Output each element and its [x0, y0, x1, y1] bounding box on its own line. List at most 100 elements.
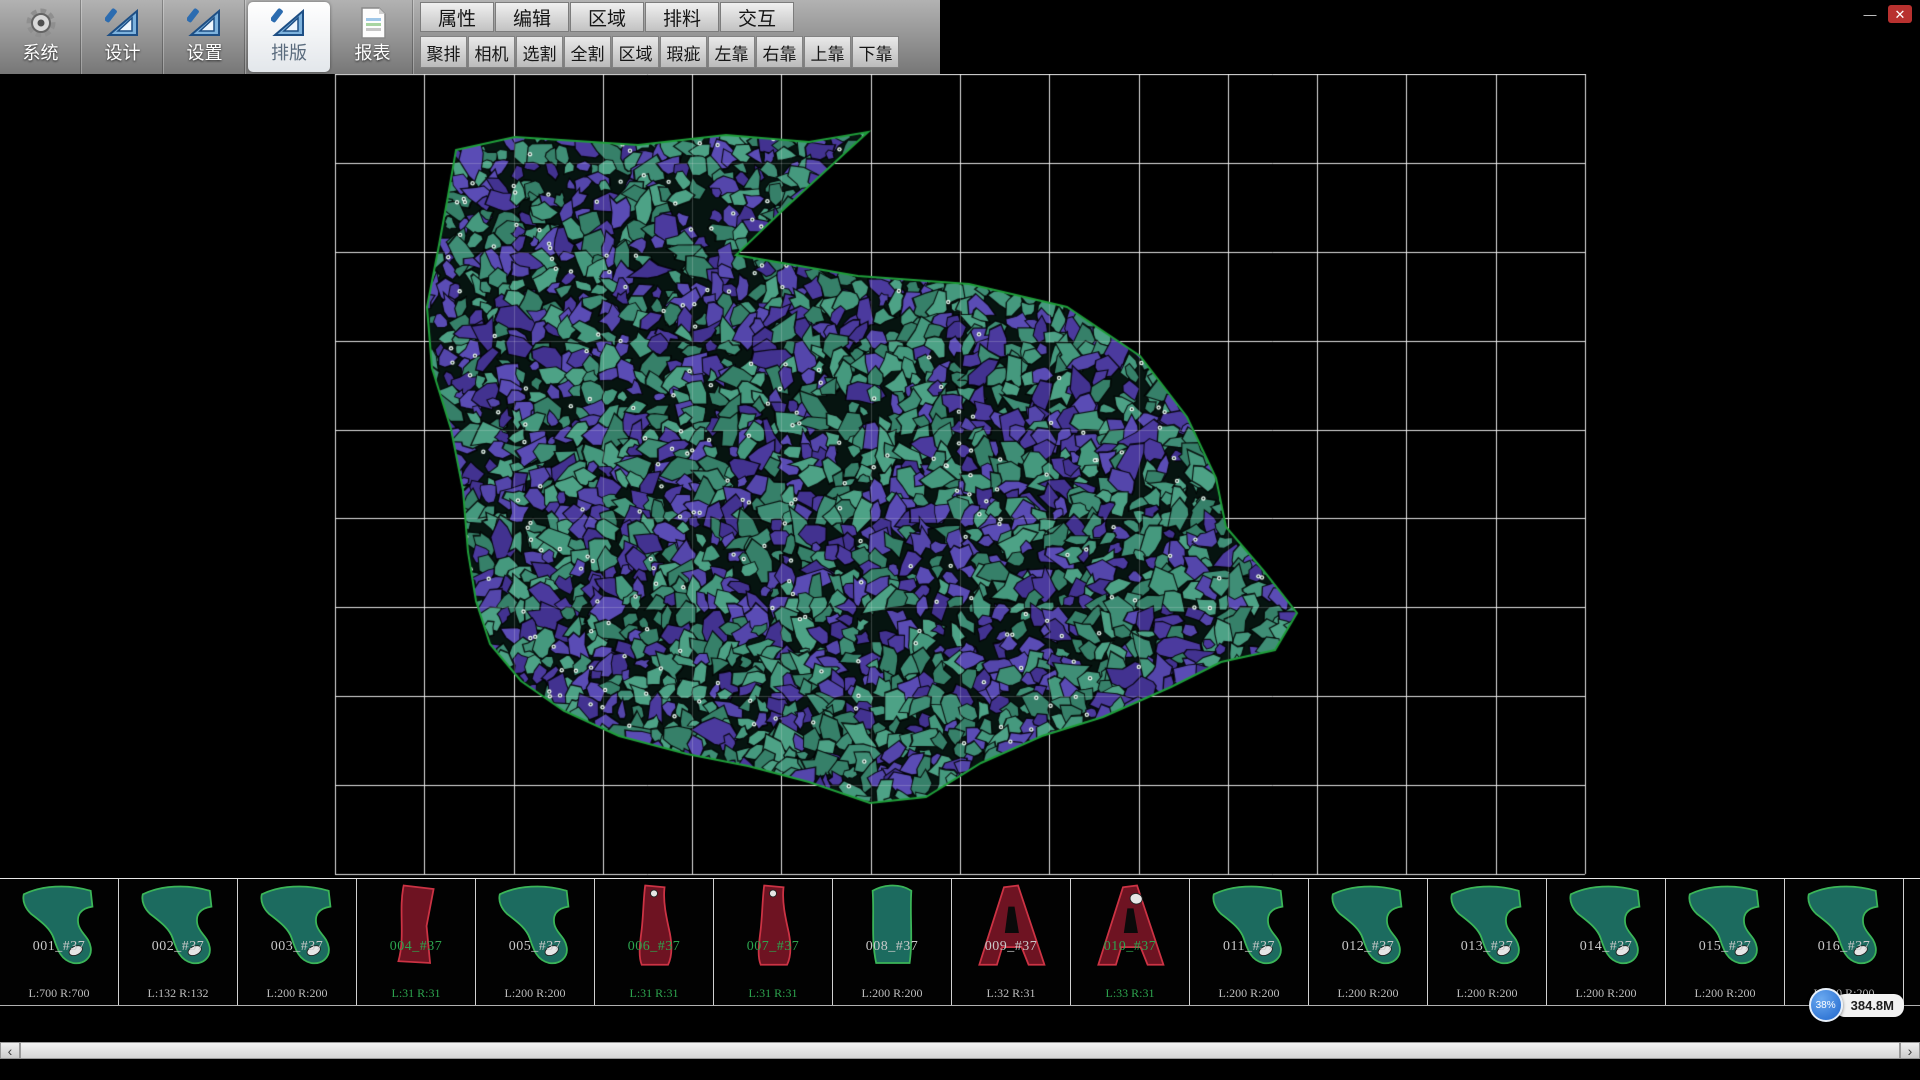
piece-counts: L:200 R:200	[476, 986, 594, 1001]
piece-counts: L:200 R:200	[1666, 986, 1784, 1001]
gear-icon	[23, 5, 59, 41]
piece-counts: L:33 R:31	[1071, 986, 1189, 1001]
scroll-track[interactable]	[20, 1042, 1900, 1059]
minimize-button[interactable]: —	[1858, 5, 1882, 23]
piece-shape	[1562, 882, 1650, 970]
piece-thumb-009_#37[interactable]: 009_#37 L:32 R:31	[952, 879, 1071, 1005]
tool-button-row: 聚排相机选割全割区域瑕疵左靠右靠上靠下靠	[420, 36, 899, 68]
nesting-canvas[interactable]	[0, 74, 1920, 878]
piece-thumb-014_#37[interactable]: 014_#37 L:200 R:200	[1547, 879, 1666, 1005]
piece-shape	[1086, 882, 1174, 970]
piece-thumb-004_#37[interactable]: 004_#37L:31 R:31	[357, 879, 476, 1005]
piece-id: 007_#37	[714, 939, 832, 955]
tool-button-3[interactable]: 选割	[516, 36, 563, 68]
piece-thumb-002_#37[interactable]: 002_#37 L:132 R:132	[119, 879, 238, 1005]
tool-button-2[interactable]: 相机	[468, 36, 515, 68]
ruler-icon	[105, 5, 141, 41]
scroll-thumb[interactable]	[20, 1042, 1900, 1059]
piece-thumb-008_#37[interactable]: 008_#37L:200 R:200	[833, 879, 952, 1005]
piece-shape	[491, 882, 579, 970]
menu-tab-5[interactable]: 交互	[720, 2, 794, 32]
piece-shape	[134, 882, 222, 970]
piece-counts: L:700 R:700	[0, 986, 118, 1001]
progress-value: 38%	[1816, 1000, 1836, 1011]
piece-id: 002_#37	[119, 939, 237, 955]
menu-area: 属性编辑区域排料交互 聚排相机选割全割区域瑕疵左靠右靠上靠下靠	[414, 0, 899, 74]
piece-id: 009_#37	[952, 939, 1070, 955]
menu-tab-row: 属性编辑区域排料交互	[420, 2, 899, 32]
status-indicator: 38% 384.8M	[1809, 988, 1904, 1022]
piece-thumb-016_#37[interactable]: 016_#37L:200 R:200	[1785, 879, 1904, 1005]
application-window: 系统设计设置排版报表 属性编辑区域排料交互 聚排相机选割全割区域瑕疵左靠右靠上靠…	[0, 0, 1920, 1080]
tool-button-6[interactable]: 瑕疵	[660, 36, 707, 68]
close-button[interactable]: ✕	[1888, 5, 1912, 23]
piece-thumb-007_#37[interactable]: 007_#37 L:31 R:31	[714, 879, 833, 1005]
scroll-left-arrow[interactable]: ‹	[0, 1042, 20, 1059]
piece-counts: L:31 R:31	[595, 986, 713, 1001]
horizontal-scrollbar: ‹ ›	[0, 1042, 1920, 1059]
piece-thumb-005_#37[interactable]: 005_#37 L:200 R:200	[476, 879, 595, 1005]
piece-shape	[1681, 882, 1769, 970]
piece-counts: L:132 R:132	[119, 986, 237, 1001]
piece-counts: L:200 R:200	[238, 986, 356, 1001]
piece-counts: L:200 R:200	[1547, 986, 1665, 1001]
piece-thumb-013_#37[interactable]: 013_#37L:200 R:200	[1428, 879, 1547, 1005]
menu-tab-4[interactable]: 排料	[645, 2, 719, 32]
nesting-workspace	[0, 74, 1920, 878]
piece-id: 010_#37	[1071, 939, 1189, 955]
piece-thumb-003_#37[interactable]: 003_#37 L:200 R:200	[238, 879, 357, 1005]
piece-thumb-001_#37[interactable]: 001_#37L:700 R:700	[0, 879, 119, 1005]
tool-button-7[interactable]: 左靠	[708, 36, 755, 68]
app-button-settings[interactable]: 设置	[164, 0, 246, 74]
app-button-label: 设置	[187, 43, 223, 64]
app-button-report[interactable]: 报表	[332, 0, 414, 74]
menu-tab-2[interactable]: 编辑	[495, 2, 569, 32]
piece-id: 015_#37	[1666, 939, 1784, 955]
ruler-icon	[271, 5, 307, 41]
piece-shape	[848, 882, 936, 970]
tool-button-1[interactable]: 聚排	[420, 36, 467, 68]
piece-counts: L:200 R:200	[1428, 986, 1546, 1001]
piece-counts: L:31 R:31	[357, 986, 475, 1001]
menu-tab-3[interactable]: 区域	[570, 2, 644, 32]
piece-shape	[1324, 882, 1412, 970]
piece-counts: L:31 R:31	[714, 986, 832, 1001]
piece-thumb-010_#37[interactable]: 010_#37 L:33 R:31	[1071, 879, 1190, 1005]
piece-shape	[967, 882, 1055, 970]
scroll-right-arrow[interactable]: ›	[1900, 1042, 1920, 1059]
tool-button-8[interactable]: 右靠	[756, 36, 803, 68]
tool-button-4[interactable]: 全割	[564, 36, 611, 68]
piece-id: 011_#37	[1190, 939, 1308, 955]
piece-counts: L:200 R:200	[1904, 986, 1920, 1001]
ruler-icon	[187, 5, 223, 41]
app-button-design[interactable]: 设计	[82, 0, 164, 74]
piece-thumb-006_#37[interactable]: 006_#37L:31 R:31	[595, 879, 714, 1005]
piece-thumb-015_#37[interactable]: 015_#37 L:200 R:200	[1666, 879, 1785, 1005]
piece-thumb-017_#37[interactable]: 017_#37 L:200 R:200	[1904, 879, 1920, 1005]
piece-id: 005_#37	[476, 939, 594, 955]
piece-id: 017_#37	[1904, 939, 1920, 955]
tool-button-5[interactable]: 区域	[612, 36, 659, 68]
window-controls: — ✕	[1858, 5, 1912, 23]
piece-shape	[1205, 882, 1293, 970]
piece-id: 003_#37	[238, 939, 356, 955]
piece-counts: L:200 R:200	[1309, 986, 1427, 1001]
tool-button-9[interactable]: 上靠	[804, 36, 851, 68]
piece-id: 016_#37	[1785, 939, 1903, 955]
piece-counts: L:200 R:200	[833, 986, 951, 1001]
piece-counts: L:32 R:31	[952, 986, 1070, 1001]
piece-thumb-011_#37[interactable]: 011_#37L:200 R:200	[1190, 879, 1309, 1005]
piece-shape	[253, 882, 341, 970]
app-button-system[interactable]: 系统	[0, 0, 82, 74]
piece-shape	[15, 882, 103, 970]
piece-thumb-012_#37[interactable]: 012_#37L:200 R:200	[1309, 879, 1428, 1005]
report-icon	[355, 5, 391, 41]
piece-id: 014_#37	[1547, 939, 1665, 955]
menu-tab-1[interactable]: 属性	[420, 2, 494, 32]
app-button-nesting[interactable]: 排版	[248, 2, 330, 72]
tool-button-10[interactable]: 下靠	[852, 36, 899, 68]
piece-list: 001_#37L:700 R:700002_#37L:132 R:132003_…	[0, 878, 1920, 1006]
piece-shape	[1800, 882, 1888, 970]
piece-shape	[729, 882, 817, 970]
app-button-label: 系统	[23, 43, 59, 64]
